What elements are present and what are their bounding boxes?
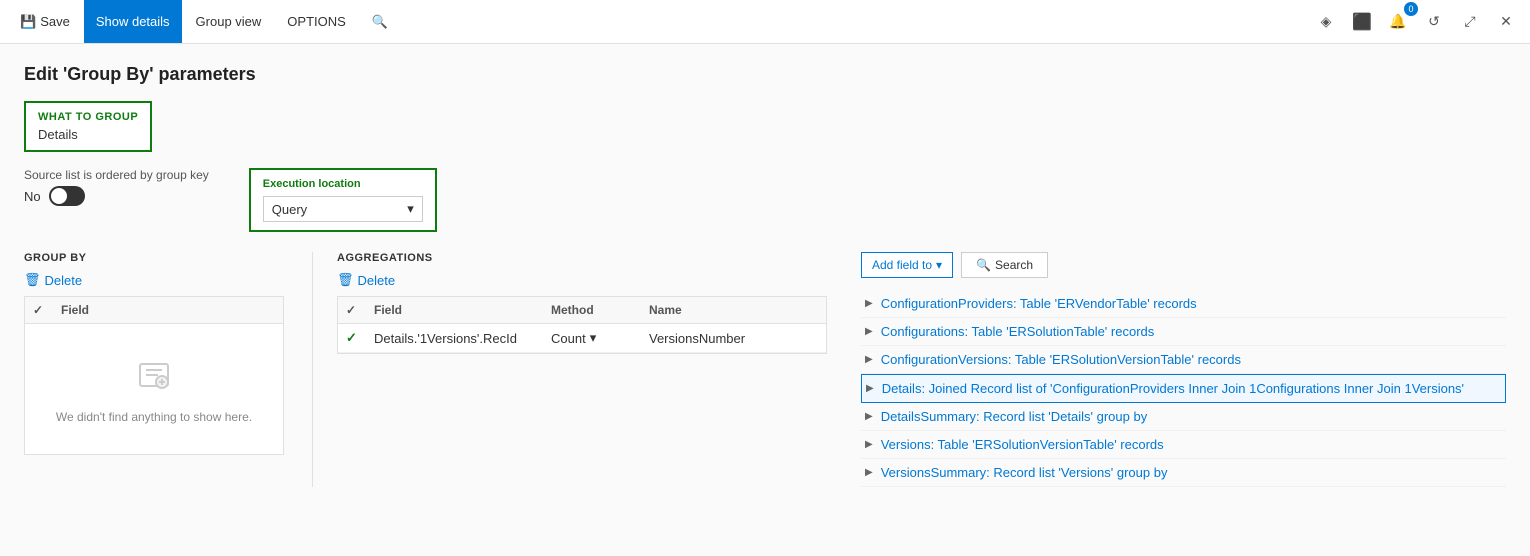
- execution-location-box: Execution location Query ▾: [249, 168, 437, 232]
- add-field-chevron-icon: ▾: [936, 258, 942, 272]
- refresh-button[interactable]: ↺: [1418, 6, 1450, 38]
- empty-icon: [134, 354, 174, 402]
- save-icon: 💾: [20, 14, 36, 30]
- field-list-item[interactable]: ▶ DetailsSummary: Record list 'Details' …: [861, 403, 1506, 431]
- toggle-label: No: [24, 189, 41, 204]
- agg-row-check: ✓: [346, 330, 366, 346]
- agg-name-col-header: Name: [649, 303, 818, 317]
- add-field-button[interactable]: Add field to ▾: [861, 252, 953, 278]
- field-list-item[interactable]: ▶ Configurations: Table 'ERSolutionTable…: [861, 318, 1506, 346]
- agg-row-name: VersionsNumber: [649, 331, 818, 346]
- check-col-header: ✓: [33, 303, 53, 317]
- execution-location-label: Execution location: [263, 178, 423, 190]
- aggregations-delete-icon: 🗑: [337, 272, 354, 288]
- what-to-group-value: Details: [38, 127, 138, 142]
- close-icon: ✕: [1500, 13, 1512, 30]
- field-list-item[interactable]: ▶ VersionsSummary: Record list 'Versions…: [861, 459, 1506, 487]
- group-by-section: GROUP BY 🗑 Delete ✓ Field: [24, 252, 304, 487]
- search-toolbar-button[interactable]: 🔍: [360, 0, 400, 43]
- notification-button[interactable]: 🔔 0: [1382, 6, 1414, 38]
- controls-row: Source list is ordered by group key No E…: [24, 168, 1506, 232]
- what-to-group-label: What to group: [38, 111, 138, 123]
- title-bar: 💾 Save Show details Group view OPTIONS 🔍…: [0, 0, 1530, 44]
- method-chevron-icon: ▾: [590, 330, 597, 346]
- execution-location-value: Query: [272, 202, 307, 217]
- agg-row-field: Details.'1Versions'.RecId: [374, 331, 543, 346]
- search-button[interactable]: 🔍 Search: [961, 252, 1048, 278]
- agg-field-col-header: Field: [374, 303, 543, 317]
- field-list-header: Add field to ▾ 🔍 Search: [861, 252, 1506, 278]
- save-button[interactable]: 💾 Save: [8, 0, 82, 43]
- office-icon: ⬛: [1352, 12, 1372, 32]
- content-area: GROUP BY 🗑 Delete ✓ Field: [24, 252, 1506, 487]
- item-7-chevron-icon: ▶: [865, 467, 873, 478]
- group-by-table-header: ✓ Field: [25, 297, 283, 324]
- item-1-chevron-icon: ▶: [865, 298, 873, 309]
- aggregations-table: ✓ Field Method Name ✓ Details.'1Versions…: [337, 296, 827, 354]
- group-view-button[interactable]: Group view: [184, 0, 274, 43]
- source-list-control: Source list is ordered by group key No: [24, 168, 209, 206]
- section-divider: [312, 252, 313, 487]
- aggregation-row: ✓ Details.'1Versions'.RecId Count ▾ Vers…: [338, 324, 826, 353]
- popout-button[interactable]: ⤢: [1454, 6, 1486, 38]
- item-4-text: Details: Joined Record list of 'Configur…: [882, 381, 1464, 396]
- aggregations-table-header: ✓ Field Method Name: [338, 297, 826, 324]
- field-list-item[interactable]: ▶ ConfigurationVersions: Table 'ERSoluti…: [861, 346, 1506, 374]
- item-7-text: VersionsSummary: Record list 'Versions' …: [881, 465, 1168, 480]
- item-3-chevron-icon: ▶: [865, 354, 873, 365]
- show-details-button[interactable]: Show details: [84, 0, 182, 43]
- item-5-chevron-icon: ▶: [865, 411, 873, 422]
- title-bar-right: ◈ ⬛ 🔔 0 ↺ ⤢ ✕: [1310, 6, 1522, 38]
- notification-badge: 0: [1404, 2, 1418, 16]
- toggle-row: No: [24, 186, 209, 206]
- item-3-text: ConfigurationVersions: Table 'ERSolution…: [881, 352, 1241, 367]
- agg-method-col-header: Method: [551, 303, 641, 317]
- agg-check-col-header: ✓: [346, 303, 366, 317]
- item-2-chevron-icon: ▶: [865, 326, 873, 337]
- item-1-text: ConfigurationProviders: Table 'ERVendorT…: [881, 296, 1197, 311]
- search-toolbar-icon: 🔍: [372, 14, 388, 30]
- field-list-panel: Add field to ▾ 🔍 Search ▶ ConfigurationP…: [821, 252, 1506, 487]
- source-list-label: Source list is ordered by group key: [24, 168, 209, 182]
- field-list-item-highlighted[interactable]: ▶ Details: Joined Record list of 'Config…: [861, 374, 1506, 403]
- group-by-header: GROUP BY: [24, 252, 288, 264]
- group-by-delete-button[interactable]: 🗑 Delete: [24, 272, 82, 288]
- field-list-item[interactable]: ▶ ConfigurationProviders: Table 'ERVendo…: [861, 290, 1506, 318]
- chevron-down-icon: ▾: [407, 201, 414, 217]
- diamond-icon: ◈: [1321, 13, 1332, 30]
- group-by-table: ✓ Field We didn't find a: [24, 296, 284, 455]
- source-list-toggle[interactable]: [49, 186, 85, 206]
- delete-icon: 🗑: [24, 272, 41, 288]
- search-icon: 🔍: [976, 258, 991, 272]
- aggregations-section: AGGREGATIONS 🗑 Delete ✓ Field Method Nam…: [321, 252, 821, 487]
- item-6-chevron-icon: ▶: [865, 439, 873, 450]
- main-content: Edit 'Group By' parameters What to group…: [0, 44, 1530, 556]
- field-col-header: Field: [61, 303, 275, 317]
- refresh-icon: ↺: [1428, 13, 1440, 30]
- options-button[interactable]: OPTIONS: [275, 0, 358, 43]
- item-6-text: Versions: Table 'ERSolutionVersionTable'…: [881, 437, 1164, 452]
- aggregations-delete-button[interactable]: 🗑 Delete: [337, 272, 395, 288]
- page-title: Edit 'Group By' parameters: [24, 64, 1506, 85]
- what-to-group-section: What to group Details: [24, 101, 152, 152]
- notification-icon: 🔔: [1389, 13, 1406, 30]
- group-by-empty-text: We didn't find anything to show here.: [56, 410, 252, 424]
- item-4-chevron-icon: ▶: [866, 383, 874, 394]
- field-list-item[interactable]: ▶ Versions: Table 'ERSolutionVersionTabl…: [861, 431, 1506, 459]
- group-by-empty-state: We didn't find anything to show here.: [25, 324, 283, 454]
- popout-icon: ⤢: [1464, 13, 1475, 30]
- field-list: ▶ ConfigurationProviders: Table 'ERVendo…: [861, 290, 1506, 487]
- execution-location-select[interactable]: Query ▾: [263, 196, 423, 222]
- office-icon-button[interactable]: ⬛: [1346, 6, 1378, 38]
- item-5-text: DetailsSummary: Record list 'Details' gr…: [881, 409, 1148, 424]
- close-button[interactable]: ✕: [1490, 6, 1522, 38]
- aggregations-header: AGGREGATIONS: [337, 252, 821, 264]
- diamond-icon-button[interactable]: ◈: [1310, 6, 1342, 38]
- item-2-text: Configurations: Table 'ERSolutionTable' …: [881, 324, 1155, 339]
- agg-row-method[interactable]: Count ▾: [551, 330, 641, 346]
